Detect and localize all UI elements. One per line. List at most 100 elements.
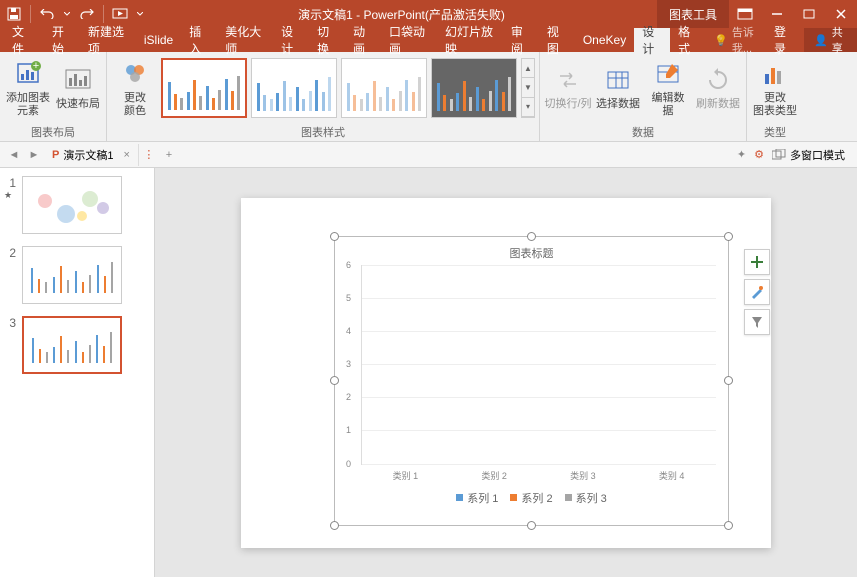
doc-tab-next[interactable]: ► <box>24 145 44 165</box>
resize-handle-l[interactable] <box>330 376 339 385</box>
x-axis-labels: 类别 1 类别 2 类别 3 类别 4 <box>361 469 716 482</box>
tab-view[interactable]: 视图 <box>539 28 575 52</box>
y-tick: 3 <box>346 359 351 369</box>
tab-transition[interactable]: 切换 <box>309 28 345 52</box>
change-colors-button[interactable]: 更改 颜色 <box>111 54 159 122</box>
chart-plot-area[interactable]: 0123456 <box>361 265 716 465</box>
tab-islide[interactable]: iSlide <box>136 28 181 52</box>
document-tabs: ◄ ► P 演示文稿1 × ⋮ + ✦ ⚙ 多窗口模式 <box>0 142 857 168</box>
tab-new[interactable]: 新建选项 <box>80 28 136 52</box>
tab-pocket[interactable]: 口袋动画 <box>381 28 437 52</box>
window-title: 演示文稿1 - PowerPoint(产品激活失败) <box>146 6 657 23</box>
edit-data-button[interactable]: 编辑数 据 <box>644 54 692 122</box>
quick-layout-button[interactable]: 快速布局 <box>54 54 102 122</box>
main-area: 1 ★ 2 3 <box>0 168 857 577</box>
resize-handle-br[interactable] <box>724 521 733 530</box>
tab-slideshow[interactable]: 幻灯片放映 <box>437 28 503 52</box>
group-chart-layout: + 添加图表 元素 快速布局 图表布局 <box>0 52 107 141</box>
ribbon-tabs: 文件 开始 新建选项 iSlide 插入 美化大师 设计 切换 动画 口袋动画 … <box>0 28 857 52</box>
styles-gallery-more[interactable]: ▲▼▾ <box>521 58 535 118</box>
doc-tab-1[interactable]: P 演示文稿1 × <box>44 144 139 166</box>
chart-object[interactable]: 图表标题 0123456 类别 1类别 2类别 3类别 4 系列 1系列 2系列… <box>334 236 729 526</box>
y-tick: 0 <box>346 459 351 469</box>
thumbnail-2[interactable] <box>22 246 122 304</box>
powerpoint-icon: P <box>52 149 59 161</box>
resize-handle-t[interactable] <box>527 232 536 241</box>
magic-icon[interactable]: ✦ <box>737 148 746 161</box>
legend-swatch <box>510 494 517 501</box>
legend-item[interactable]: 系列 2 <box>510 490 552 506</box>
legend-item[interactable]: 系列 3 <box>565 490 607 506</box>
share-button[interactable]: 👤共享 <box>804 28 857 52</box>
edit-data-icon <box>652 58 684 90</box>
add-chart-element-button[interactable]: + 添加图表 元素 <box>4 54 52 122</box>
change-type-icon <box>759 58 791 90</box>
tab-review[interactable]: 审阅 <box>503 28 539 52</box>
thumbnail-3[interactable] <box>22 316 122 374</box>
legend-swatch <box>565 494 572 501</box>
add-element-icon: + <box>12 58 44 90</box>
x-tick: 类别 1 <box>393 469 419 482</box>
refresh-icon <box>702 64 734 96</box>
y-tick: 4 <box>346 326 351 336</box>
swap-icon <box>552 64 584 96</box>
y-tick: 1 <box>346 425 351 435</box>
resize-handle-b[interactable] <box>527 521 536 530</box>
y-tick: 6 <box>346 260 351 270</box>
doc-tab-prev[interactable]: ◄ <box>4 145 24 165</box>
select-data-button[interactable]: 选择数据 <box>594 54 642 122</box>
quick-layout-icon <box>62 64 94 96</box>
thumbnail-1[interactable] <box>22 176 122 234</box>
x-tick: 类别 3 <box>570 469 596 482</box>
chart-style-2[interactable] <box>251 58 337 118</box>
chart-styles-gallery: ▲▼▾ <box>161 54 535 122</box>
tab-beautify[interactable]: 美化大师 <box>217 28 273 52</box>
multi-window-button[interactable]: 多窗口模式 <box>772 147 845 163</box>
chart-style-3[interactable] <box>341 58 427 118</box>
qat-more[interactable] <box>134 0 146 28</box>
tab-animation[interactable]: 动画 <box>345 28 381 52</box>
chart-style-4[interactable] <box>431 58 517 118</box>
ribbon: + 添加图表 元素 快速布局 图表布局 更改 颜色 ▲▼▾ 图表样式 <box>0 52 857 142</box>
person-icon: 👤 <box>814 34 828 47</box>
resize-handle-bl[interactable] <box>330 521 339 530</box>
svg-text:+: + <box>33 60 39 72</box>
tab-file[interactable]: 文件 <box>0 28 44 52</box>
chart-styles-button[interactable] <box>744 279 770 305</box>
x-tick: 类别 4 <box>659 469 685 482</box>
windows-icon <box>772 149 786 161</box>
legend-swatch <box>456 494 463 501</box>
slide[interactable]: 图表标题 0123456 类别 1类别 2类别 3类别 4 系列 1系列 2系列… <box>241 198 771 548</box>
y-tick: 5 <box>346 293 351 303</box>
close-tab-icon[interactable]: × <box>123 149 129 161</box>
y-tick: 2 <box>346 392 351 402</box>
legend-item[interactable]: 系列 1 <box>456 490 498 506</box>
doc-tab-menu[interactable]: ⋮ <box>139 145 159 165</box>
chart-legend[interactable]: 系列 1 系列 2 系列 3 <box>343 490 720 506</box>
chart-title[interactable]: 图表标题 <box>343 245 720 261</box>
group-chart-styles: 更改 颜色 ▲▼▾ 图表样式 <box>107 52 540 141</box>
chart-style-1[interactable] <box>161 58 247 118</box>
settings-icon[interactable]: ⚙ <box>754 148 764 161</box>
chart-elements-button[interactable] <box>744 249 770 275</box>
tab-design[interactable]: 设计 <box>273 28 309 52</box>
chart-filters-button[interactable] <box>744 309 770 335</box>
tab-home[interactable]: 开始 <box>44 28 80 52</box>
resize-handle-r[interactable] <box>724 376 733 385</box>
slide-thumbnails: 1★ 2 3 <box>0 168 155 577</box>
x-tick: 类别 2 <box>481 469 507 482</box>
tab-chart-design[interactable]: 设计 <box>634 28 670 52</box>
tab-format[interactable]: 格式 <box>670 28 706 52</box>
resize-handle-tl[interactable] <box>330 232 339 241</box>
slide-canvas[interactable]: 图表标题 0123456 类别 1类别 2类别 3类别 4 系列 1系列 2系列… <box>155 168 857 577</box>
group-type: 更改 图表类型 类型 <box>747 52 803 141</box>
refresh-data-button: 刷新数据 <box>694 54 742 122</box>
animation-indicator: ★ <box>4 190 16 201</box>
resize-handle-tr[interactable] <box>724 232 733 241</box>
new-doc-tab[interactable]: + <box>159 145 179 165</box>
change-chart-type-button[interactable]: 更改 图表类型 <box>751 54 799 122</box>
swap-row-col-button: 切换行/列 <box>544 54 592 122</box>
tab-insert[interactable]: 插入 <box>181 28 217 52</box>
tab-onekey[interactable]: OneKey <box>575 28 634 52</box>
bulb-icon: 💡 <box>714 34 728 47</box>
